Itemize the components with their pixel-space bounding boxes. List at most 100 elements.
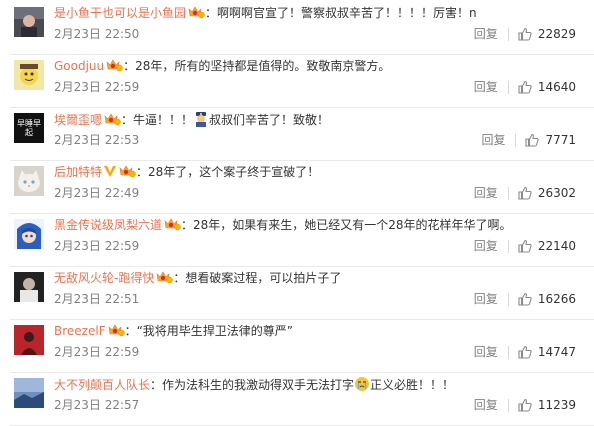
comment-actions: 回复 22140 bbox=[474, 238, 576, 254]
vip-badge-icon[interactable] bbox=[155, 270, 174, 284]
thumbs-up-icon[interactable] bbox=[518, 345, 532, 359]
user-avatar[interactable] bbox=[14, 7, 44, 37]
user-avatar[interactable] bbox=[14, 219, 44, 249]
verified-v-icon[interactable] bbox=[103, 164, 117, 178]
action-divider bbox=[507, 398, 509, 412]
action-divider bbox=[507, 345, 509, 359]
comment-text: ：“我将用毕生捍卫法律的尊严” bbox=[124, 324, 294, 338]
username-link[interactable]: 大不列颠百人队长 bbox=[54, 378, 150, 392]
vip-badge-icon[interactable] bbox=[103, 112, 121, 126]
reply-button[interactable]: 回复 bbox=[474, 238, 498, 254]
comment-text: ：作为法科生的我激动得双手无法打字 bbox=[150, 378, 355, 392]
comment-time: 2月23日 22:49 bbox=[54, 186, 140, 200]
action-divider bbox=[507, 292, 509, 306]
like-count[interactable]: 7771 bbox=[545, 132, 576, 148]
comment-line: 大不列颠百人队长：作为法科生的我激动得双手无法打字 正义必胜！！！ bbox=[54, 376, 584, 392]
comment-line: 埃爾歪嗯 ：牛逼！！！ 叔叔们辛苦了！致敬！ bbox=[54, 111, 584, 127]
reply-button[interactable]: 回复 bbox=[474, 344, 498, 360]
comment-line: 是小鱼干也可以是小鱼园 ：啊啊啊官宣了！警察叔叔辛苦了！！！！厉害！n bbox=[54, 5, 584, 21]
like-count[interactable]: 22140 bbox=[538, 238, 576, 254]
comment-item: BreezelF ：“我将用毕生捍卫法律的尊严” 2月23日 22:59 回复 1474… bbox=[0, 320, 594, 373]
like-count[interactable]: 14640 bbox=[538, 79, 576, 95]
action-divider bbox=[507, 186, 509, 200]
comment-time: 2月23日 22:59 bbox=[54, 239, 140, 253]
comment-item: 后加特特 ：28年了，这个案子终于宣破了！ 2月23日 22:49 回复 26302 bbox=[0, 161, 594, 214]
user-avatar[interactable] bbox=[14, 166, 44, 196]
comment-text: ：牛逼！！！ bbox=[121, 113, 194, 127]
comment-actions: 回复 26302 bbox=[474, 185, 576, 201]
username-link[interactable]: 埃爾歪嗯 bbox=[54, 113, 102, 127]
comment-text: ：28年，所有的坚持都是值得的。致敬南京警方。 bbox=[123, 59, 391, 73]
username-link[interactable]: 是小鱼干也可以是小鱼园 bbox=[54, 6, 186, 20]
comment-text-continued: 正义必胜！！！ bbox=[370, 378, 455, 392]
thumbs-up-icon[interactable] bbox=[518, 80, 532, 94]
comment-time: 2月23日 22:53 bbox=[54, 133, 140, 147]
like-count[interactable]: 26302 bbox=[538, 185, 576, 201]
comment-item: 早睡早起 埃爾歪嗯 ：牛逼！！！ 叔叔们辛苦了！致敬！ 2月23日 22:53 回复 777… bbox=[0, 108, 594, 161]
comment-text: ：28年，如果有来生，她已经又有一个28年的花样年华了啊。 bbox=[181, 218, 512, 232]
avatar-caption: 早睡早起 bbox=[17, 119, 41, 137]
comment-actions: 回复 22829 bbox=[474, 26, 576, 42]
comment-line: 黑金传说级凤梨六道 ：28年，如果有来生，她已经又有一个28年的花样年华了啊。 bbox=[54, 217, 584, 233]
reply-button[interactable]: 回复 bbox=[474, 26, 498, 42]
user-avatar[interactable] bbox=[14, 60, 44, 90]
reply-button[interactable]: 回复 bbox=[481, 132, 505, 148]
username-link[interactable]: Goodjuu bbox=[54, 59, 104, 73]
like-count[interactable]: 11239 bbox=[538, 397, 576, 413]
action-divider bbox=[507, 80, 509, 94]
comment-line: 无敌风火轮-跑得快 ：想看破案过程，可以拍片子了 bbox=[54, 270, 584, 286]
comment-actions: 回复 14747 bbox=[474, 344, 576, 360]
reply-button[interactable]: 回复 bbox=[474, 291, 498, 307]
comment-actions: 回复 16266 bbox=[474, 291, 576, 307]
comment-text-continued: 叔叔们辛苦了！致敬！ bbox=[209, 113, 330, 127]
thumbs-up-icon[interactable] bbox=[518, 398, 532, 412]
action-divider bbox=[515, 133, 517, 147]
thumbs-up-icon[interactable] bbox=[518, 239, 532, 253]
action-divider bbox=[507, 27, 509, 41]
comment-time: 2月23日 22:59 bbox=[54, 80, 140, 94]
vip-badge-icon[interactable] bbox=[163, 217, 181, 231]
comment-item: 黑金传说级凤梨六道 ：28年，如果有来生，她已经又有一个28年的花样年华了啊。 2月… bbox=[0, 214, 594, 267]
comment-item: 大不列颠百人队长：作为法科生的我激动得双手无法打字 正义必胜！！！ 2月23日 22… bbox=[0, 373, 594, 426]
username-link[interactable]: 无敌风火轮-跑得快 bbox=[54, 271, 154, 285]
action-divider bbox=[507, 239, 509, 253]
comment-line: 后加特特 ：28年了，这个案子终于宣破了！ bbox=[54, 164, 584, 180]
like-count[interactable]: 14747 bbox=[538, 344, 576, 360]
user-avatar[interactable] bbox=[14, 325, 44, 355]
vip-badge-icon[interactable] bbox=[118, 164, 136, 178]
thumbs-up-icon[interactable] bbox=[518, 27, 532, 41]
user-avatar[interactable] bbox=[14, 378, 44, 408]
comment-line: BreezelF ：“我将用毕生捍卫法律的尊严” bbox=[54, 323, 584, 339]
comment-line: Goodjuu ：28年，所有的坚持都是值得的。致敬南京警方。 bbox=[54, 58, 584, 74]
thumbs-up-icon[interactable] bbox=[518, 292, 532, 306]
vip-badge-icon[interactable] bbox=[105, 58, 123, 72]
username-link[interactable]: 后加特特 bbox=[54, 165, 102, 179]
reply-button[interactable]: 回复 bbox=[474, 79, 498, 95]
like-count[interactable]: 22829 bbox=[538, 26, 576, 42]
username-link[interactable]: BreezelF bbox=[54, 324, 106, 338]
comment-text: ：28年了，这个案子终于宣破了！ bbox=[136, 165, 320, 179]
vip-badge-icon[interactable] bbox=[187, 5, 205, 19]
user-avatar[interactable] bbox=[14, 272, 44, 302]
thumbs-up-icon[interactable] bbox=[518, 186, 532, 200]
police-emoji-icon bbox=[193, 111, 209, 131]
comment-text: ：想看破案过程，可以拍片子了 bbox=[173, 271, 342, 285]
reply-button[interactable]: 回复 bbox=[474, 185, 498, 201]
comment-actions: 回复 7771 bbox=[481, 132, 576, 148]
comment-item: Goodjuu ：28年，所有的坚持都是值得的。致敬南京警方。 2月23日 22:5… bbox=[0, 55, 594, 108]
like-count[interactable]: 16266 bbox=[538, 291, 576, 307]
comment-actions: 回复 11239 bbox=[474, 397, 576, 413]
comment-time: 2月23日 22:57 bbox=[54, 398, 140, 412]
username-link[interactable]: 黑金传说级凤梨六道 bbox=[54, 218, 162, 232]
vip-badge-icon[interactable] bbox=[107, 323, 125, 337]
user-avatar[interactable]: 早睡早起 bbox=[14, 113, 44, 143]
crying-emoji-icon bbox=[354, 376, 370, 396]
comment-time: 2月23日 22:51 bbox=[54, 292, 140, 306]
comment-item: 无敌风火轮-跑得快 ：想看破案过程，可以拍片子了 2月23日 22:51 回复 1626… bbox=[0, 267, 594, 320]
comment-actions: 回复 14640 bbox=[474, 79, 576, 95]
thumbs-up-icon[interactable] bbox=[525, 133, 540, 147]
reply-button[interactable]: 回复 bbox=[474, 397, 498, 413]
comment-text: ：啊啊啊官宣了！警察叔叔辛苦了！！！！厉害！n bbox=[205, 6, 477, 20]
comment-time: 2月23日 22:59 bbox=[54, 345, 140, 359]
comment-time: 2月23日 22:50 bbox=[54, 27, 140, 41]
